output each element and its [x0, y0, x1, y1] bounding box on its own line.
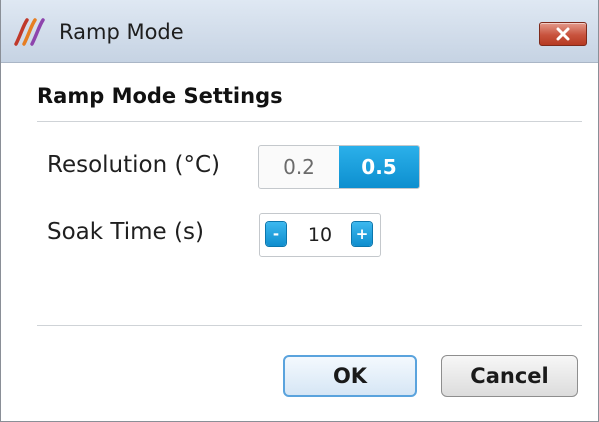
resolution-label: Resolution (°C): [47, 152, 220, 178]
section-divider: [37, 121, 582, 122]
section-title: Ramp Mode Settings: [37, 84, 283, 108]
cancel-button[interactable]: Cancel: [441, 355, 578, 397]
resolution-selector: 0.2 0.5: [258, 145, 420, 189]
ramp-mode-dialog: Ramp Mode Ramp Mode Settings Resolution …: [0, 0, 599, 422]
soak-time-stepper: - 10 +: [259, 213, 381, 257]
close-button[interactable]: [539, 22, 587, 46]
increment-button[interactable]: +: [352, 222, 372, 246]
soak-time-label: Soak Time (s): [47, 219, 204, 245]
resolution-option-0-2[interactable]: 0.2: [259, 146, 339, 188]
soak-time-value[interactable]: 10: [296, 214, 344, 256]
close-icon: [556, 27, 570, 41]
window-title: Ramp Mode: [59, 20, 184, 44]
app-icon: [14, 18, 45, 46]
resolution-option-0-5[interactable]: 0.5: [339, 146, 419, 188]
decrement-button[interactable]: -: [266, 222, 286, 246]
ok-button[interactable]: OK: [283, 355, 417, 397]
footer-divider: [37, 325, 582, 326]
title-bar[interactable]: Ramp Mode: [1, 0, 598, 63]
